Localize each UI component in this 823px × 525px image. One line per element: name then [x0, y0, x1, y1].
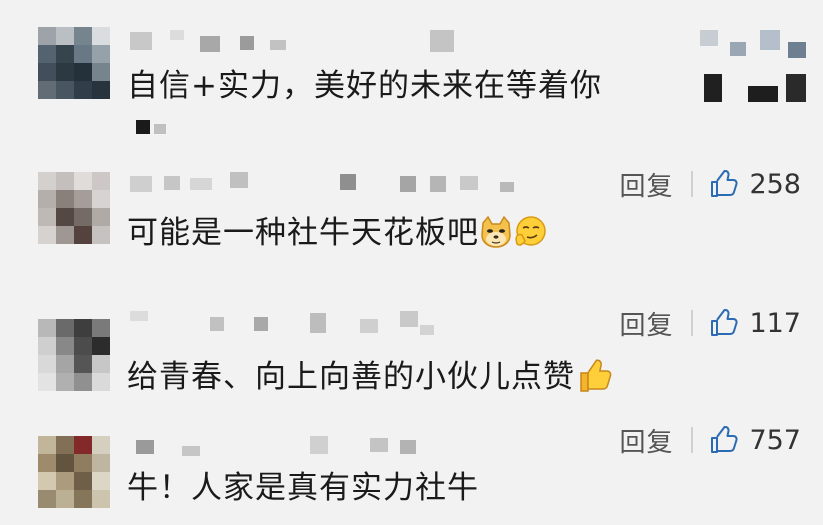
like-count: 757 [749, 424, 801, 456]
reply-button[interactable]: 回复 [619, 166, 673, 203]
avatar[interactable] [38, 319, 110, 391]
avatar[interactable] [38, 27, 110, 99]
comment-item: 自信+实力，美好的未来在等着你 [0, 0, 823, 150]
thumbs-up-emoji-icon [580, 359, 612, 392]
thumbs-up-outline-icon[interactable] [709, 169, 739, 199]
thumbs-up-outline-icon[interactable] [709, 308, 739, 338]
comment-item: 回复 757 牛！人家是真有实力社牛 [0, 410, 823, 525]
like-count: 258 [749, 168, 801, 200]
redacted-region [136, 120, 176, 140]
like-count: 117 [749, 307, 801, 339]
username-redacted[interactable] [130, 311, 450, 335]
comment-actions: 回复 117 [619, 305, 801, 341]
comment-actions: 回复 258 [619, 166, 801, 202]
username-redacted[interactable] [130, 434, 450, 458]
divider [691, 427, 694, 453]
username-redacted[interactable] [130, 172, 530, 196]
comment-item: 回复 258 可能是一种社牛天花板吧 [0, 150, 823, 285]
avatar[interactable] [38, 172, 110, 244]
reply-button[interactable]: 回复 [619, 422, 673, 459]
comment-text: 牛！人家是真有实力社牛 [127, 470, 479, 506]
comment-text-body: 可能是一种社牛天花板吧 [127, 215, 479, 251]
divider [691, 310, 694, 336]
comment-text: 可能是一种社牛天花板吧 [127, 213, 547, 253]
divider [691, 171, 694, 197]
comment-actions: 回复 757 [619, 422, 801, 458]
username-redacted[interactable] [130, 30, 460, 54]
reply-button[interactable]: 回复 [619, 305, 673, 342]
smirk-face-icon [515, 216, 546, 246]
comment-text-body: 给青春、向上向善的小伙儿点赞 [127, 359, 575, 395]
redacted-region [700, 30, 810, 110]
comment-text: 给青春、向上向善的小伙儿点赞 [127, 355, 615, 397]
doge-face-icon [481, 215, 511, 248]
avatar[interactable] [38, 436, 110, 508]
comment-item: 回复 117 给青春、向上向善的小伙儿点赞 [0, 285, 823, 410]
thumbs-up-outline-icon[interactable] [709, 425, 739, 455]
comment-text: 自信+实力，美好的未来在等着你 [127, 68, 602, 104]
